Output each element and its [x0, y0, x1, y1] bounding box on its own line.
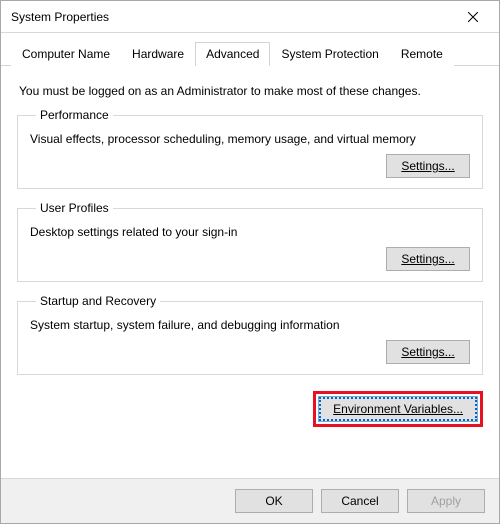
tab-hardware[interactable]: Hardware — [121, 42, 195, 66]
cancel-button[interactable]: Cancel — [321, 489, 399, 513]
user-profiles-group: User Profiles Desktop settings related t… — [17, 201, 483, 282]
tab-advanced[interactable]: Advanced — [195, 42, 270, 66]
user-profiles-legend: User Profiles — [36, 201, 113, 215]
performance-settings-button[interactable]: Settings... — [386, 154, 470, 178]
startup-desc: System startup, system failure, and debu… — [30, 318, 470, 332]
apply-button[interactable]: Apply — [407, 489, 485, 513]
environment-variables-button[interactable]: Environment Variables... — [319, 397, 477, 421]
startup-recovery-group: Startup and Recovery System startup, sys… — [17, 294, 483, 375]
intro-text: You must be logged on as an Administrato… — [19, 84, 481, 98]
startup-legend: Startup and Recovery — [36, 294, 160, 308]
env-row: Environment Variables... — [17, 391, 483, 427]
tab-computer-name[interactable]: Computer Name — [11, 42, 121, 66]
tabs: Computer Name Hardware Advanced System P… — [1, 33, 499, 66]
annotation-highlight: Environment Variables... — [313, 391, 483, 427]
tab-content: You must be logged on as an Administrato… — [1, 66, 499, 478]
ok-button[interactable]: OK — [235, 489, 313, 513]
tab-remote[interactable]: Remote — [390, 42, 454, 66]
close-icon — [468, 12, 478, 22]
window-title: System Properties — [11, 10, 451, 24]
titlebar: System Properties — [1, 1, 499, 33]
tab-system-protection[interactable]: System Protection — [270, 42, 389, 66]
performance-desc: Visual effects, processor scheduling, me… — [30, 132, 470, 146]
user-profiles-desc: Desktop settings related to your sign-in — [30, 225, 470, 239]
performance-legend: Performance — [36, 108, 113, 122]
dialog-footer: OK Cancel Apply — [1, 478, 499, 523]
user-profiles-settings-button[interactable]: Settings... — [386, 247, 470, 271]
performance-group: Performance Visual effects, processor sc… — [17, 108, 483, 189]
close-button[interactable] — [451, 2, 495, 32]
startup-settings-button[interactable]: Settings... — [386, 340, 470, 364]
